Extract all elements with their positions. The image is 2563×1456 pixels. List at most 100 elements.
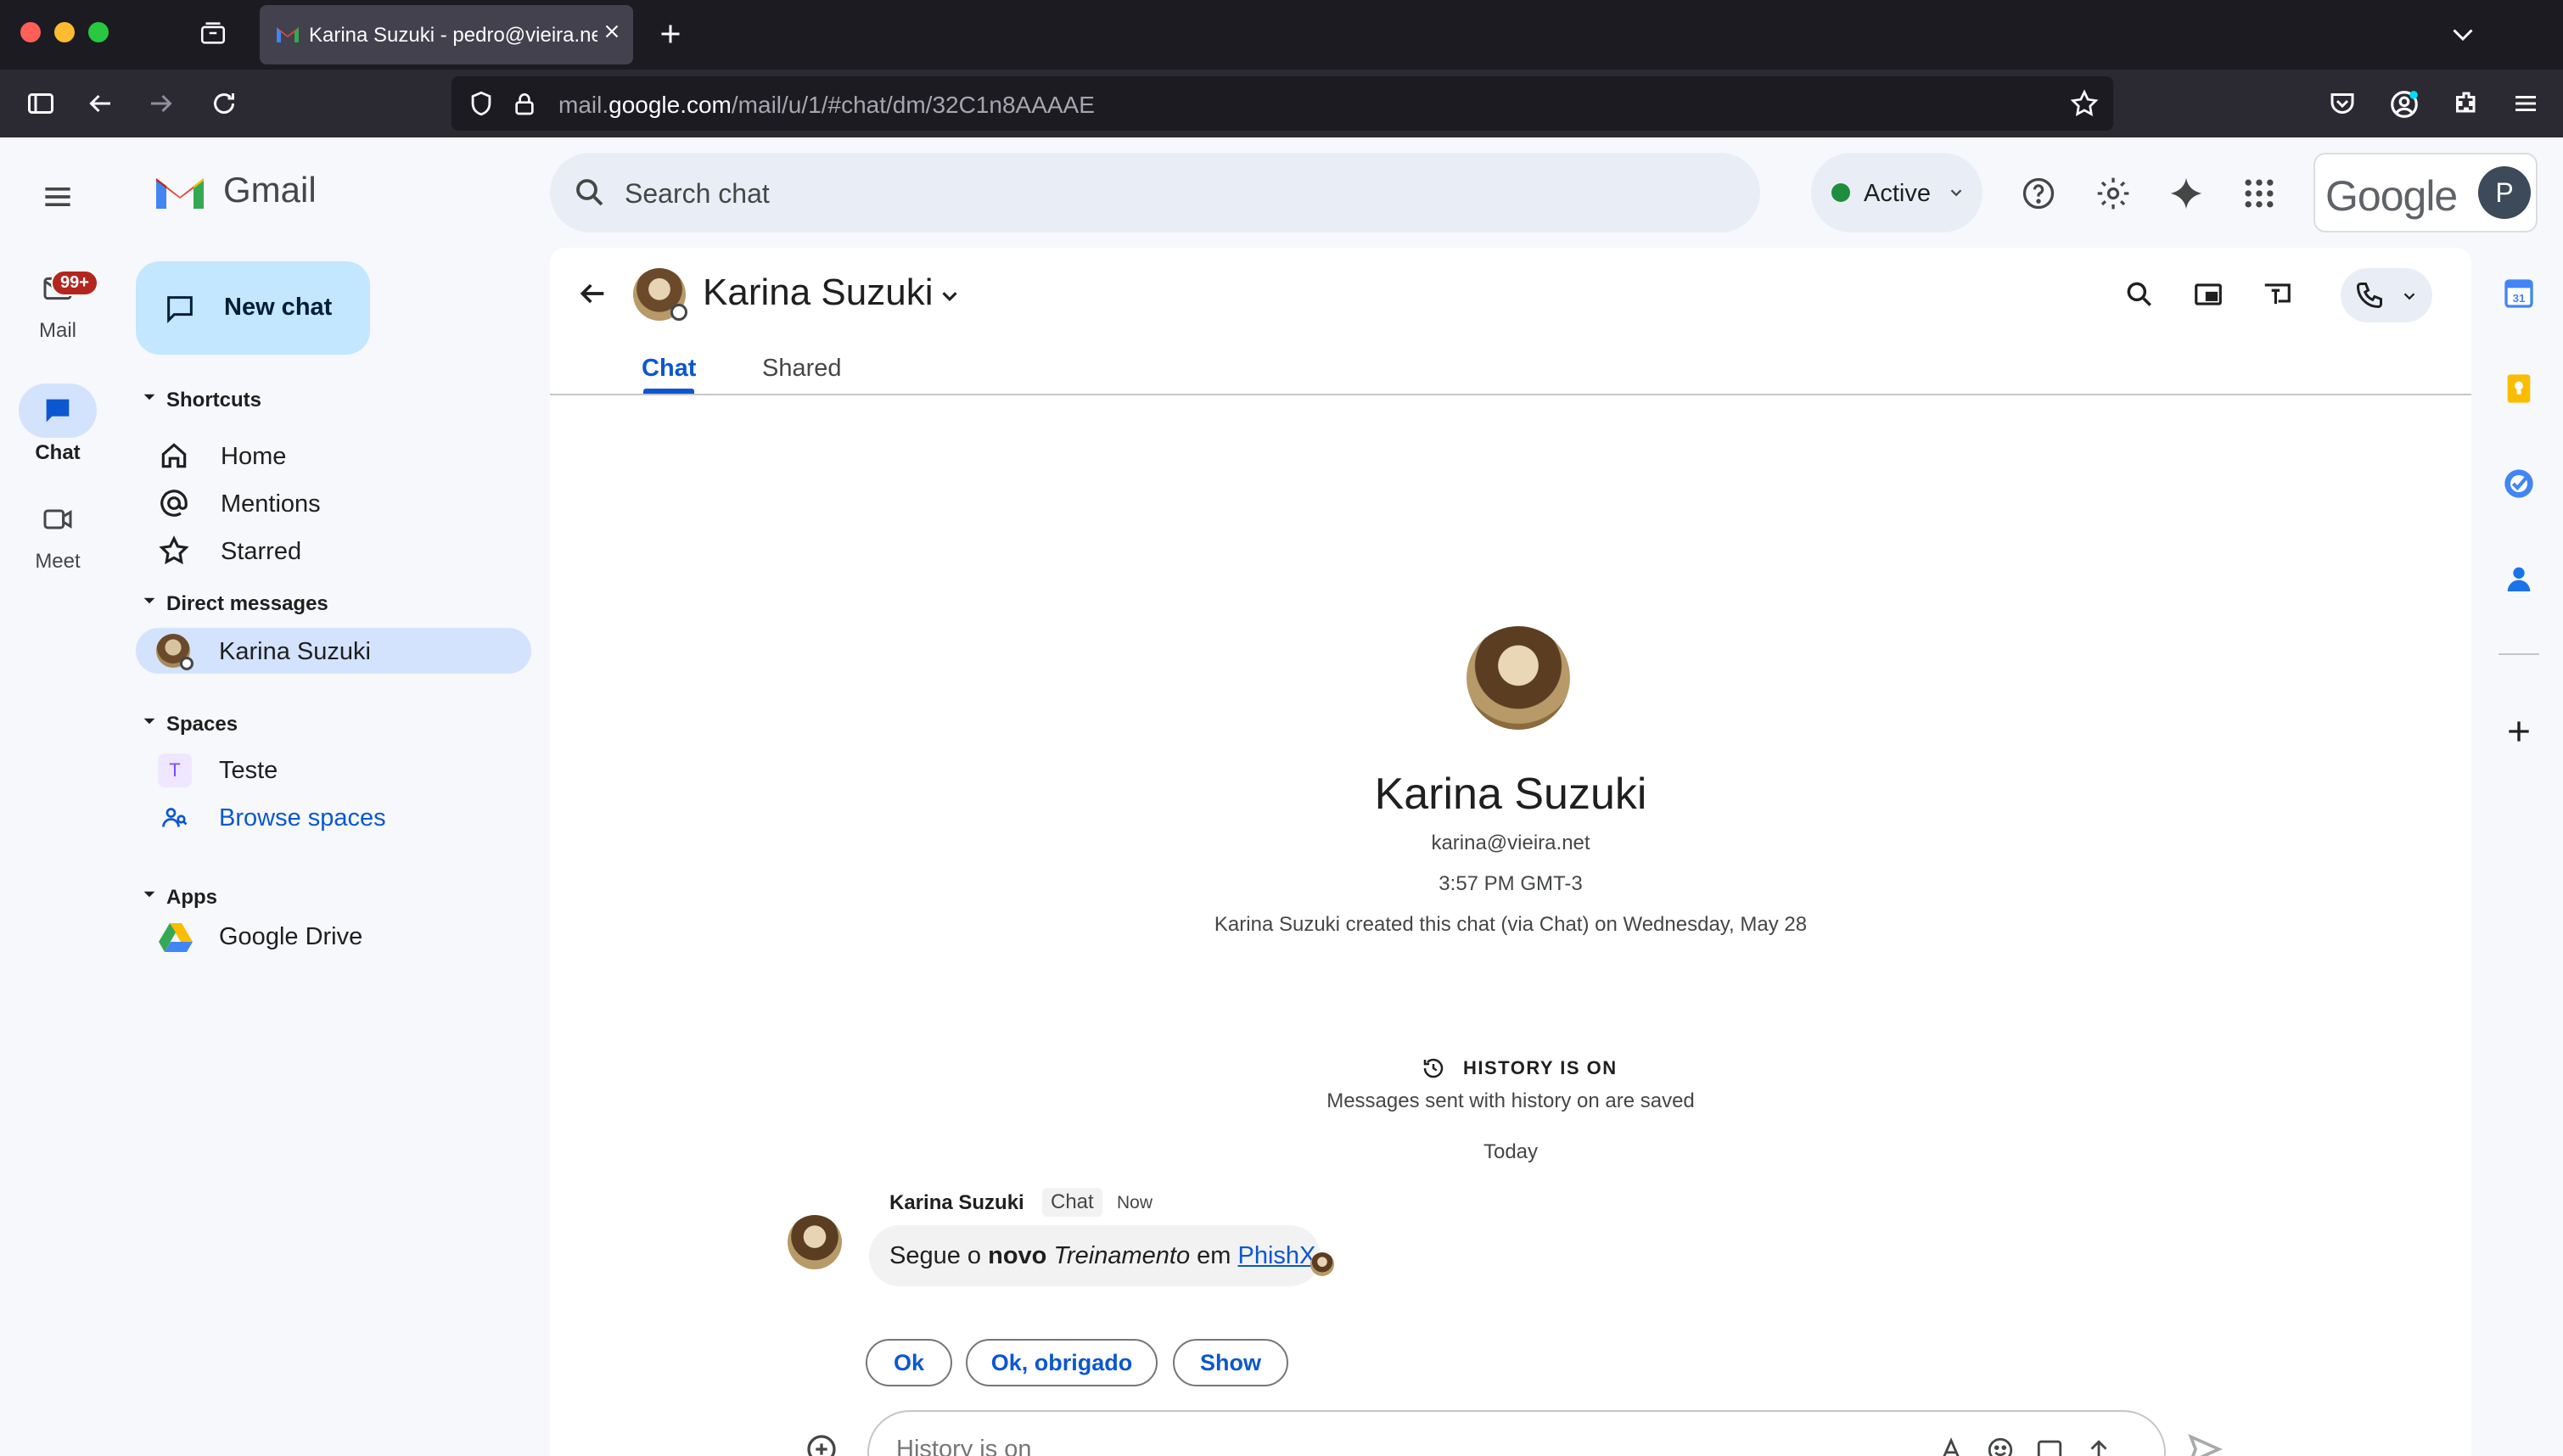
url-text[interactable]: mail.google.com/mail/u/1/#chat/dm/32C1n8…	[558, 92, 1095, 119]
tasks-icon[interactable]	[2502, 467, 2536, 501]
quick-reply-ok[interactable]: Ok	[866, 1339, 952, 1386]
gif-icon[interactable]	[2035, 1436, 2064, 1456]
rail-meet[interactable]: Meet	[0, 502, 115, 574]
new-tab-icon[interactable]	[655, 19, 686, 49]
back-arrow-icon[interactable]	[85, 88, 115, 119]
phishx-link[interactable]: PhishX	[1238, 1242, 1316, 1269]
extensions-icon[interactable]	[2451, 88, 2482, 119]
rail-chat-label[interactable]: Chat	[0, 441, 115, 465]
shortcut-mentions[interactable]: Mentions	[158, 480, 514, 526]
spaces-caret-icon[interactable]	[143, 714, 156, 728]
quick-reply-ok-obrigado[interactable]: Ok, obrigado	[966, 1339, 1158, 1386]
date-divider: Today	[1483, 1140, 1539, 1163]
shield-icon[interactable]	[467, 88, 496, 119]
list-tabs-chevron-icon[interactable]	[2448, 19, 2478, 49]
settings-gear-icon[interactable]	[2095, 175, 2132, 212]
gmail-logo-icon[interactable]	[153, 170, 207, 212]
video-camera-icon	[41, 502, 115, 536]
dm-heading[interactable]: Direct messages	[166, 592, 328, 616]
window-close-button[interactable]	[20, 22, 41, 42]
contact-name-heading[interactable]: Karina Suzuki	[703, 272, 933, 314]
shortcut-home[interactable]: Home	[158, 433, 514, 479]
account-circle-icon[interactable]	[2388, 88, 2420, 120]
pocket-icon[interactable]	[2327, 88, 2358, 119]
shortcut-starred[interactable]: Starred	[158, 528, 514, 574]
tab-close-icon[interactable]	[601, 20, 623, 42]
contacts-icon[interactable]	[2502, 562, 2536, 596]
browse-spaces-link[interactable]: Browse spaces	[158, 794, 514, 840]
pop-out-icon[interactable]	[2191, 278, 2225, 311]
call-button-group[interactable]	[2341, 268, 2432, 322]
url-bar[interactable]: mail.google.com/mail/u/1/#chat/dm/32C1n8…	[451, 76, 2113, 131]
dm-caret-icon[interactable]	[143, 594, 156, 608]
search-placeholder[interactable]: Search chat	[625, 178, 770, 210]
app-menu-icon[interactable]	[2510, 88, 2541, 119]
google-account-box[interactable]: Google P	[2313, 153, 2538, 232]
space-item-label: Teste	[219, 757, 278, 784]
send-icon[interactable]	[2184, 1431, 2225, 1456]
space-item-teste[interactable]: T Teste	[158, 747, 514, 792]
shortcuts-caret-icon[interactable]	[143, 390, 156, 404]
url-prefix: mail.	[558, 92, 609, 118]
spaces-heading[interactable]: Spaces	[166, 713, 238, 736]
pin-panel-icon[interactable]	[2259, 278, 2295, 311]
browser-tab-active[interactable]: Karina Suzuki - pedro@vieira.net	[260, 5, 633, 64]
new-chat-bubble-icon	[161, 292, 199, 326]
search-chat-bar[interactable]: Search chat	[550, 153, 1760, 232]
apps-caret-icon[interactable]	[143, 888, 156, 901]
message-composer[interactable]: History is on	[867, 1410, 2166, 1456]
tab-chat[interactable]: Chat	[642, 355, 696, 383]
emoji-icon[interactable]	[1986, 1436, 2015, 1456]
profile-avatar[interactable]	[1467, 626, 1570, 730]
search-icon[interactable]	[572, 175, 608, 210]
window-minimize-button[interactable]	[54, 22, 75, 42]
search-in-chat-icon[interactable]	[2123, 278, 2156, 311]
calendar-icon[interactable]: 31	[2502, 277, 2536, 311]
status-dropdown[interactable]: Active	[1811, 153, 1983, 232]
apps-grid-icon[interactable]	[2241, 175, 2278, 212]
account-avatar[interactable]: P	[2478, 166, 2531, 219]
sidebar-toggle-icon[interactable]	[25, 88, 56, 119]
message-sender-avatar[interactable]	[788, 1215, 842, 1269]
call-options-chevron-icon[interactable]	[2400, 287, 2419, 305]
shortcuts-heading[interactable]: Shortcuts	[166, 389, 261, 412]
format-text-icon[interactable]	[1937, 1436, 1966, 1456]
lock-icon[interactable]	[511, 88, 538, 119]
window-zoom-button[interactable]	[88, 22, 109, 42]
side-panel-rail	[2471, 248, 2563, 1456]
app-item-google-drive[interactable]: Google Drive	[158, 913, 514, 960]
star-icon	[158, 535, 190, 567]
browse-spaces-label: Browse spaces	[219, 804, 386, 832]
phone-icon[interactable]	[2354, 280, 2385, 311]
side-panel-divider	[2499, 653, 2539, 655]
help-icon[interactable]	[2020, 175, 2057, 212]
keep-icon[interactable]	[2502, 372, 2536, 406]
message-sender-name[interactable]: Karina Suzuki	[889, 1191, 1024, 1215]
tab-shared[interactable]: Shared	[762, 355, 842, 383]
chat-main-panel: Karina Suzuki Chat Shared Karina Suzuki …	[550, 248, 2471, 1456]
message-text-part: Segue o	[889, 1242, 989, 1269]
composer-placeholder[interactable]: History is on	[896, 1436, 1032, 1456]
rail-chat-highlight[interactable]	[19, 384, 97, 438]
new-chat-button[interactable]: New chat	[136, 261, 370, 355]
message-bubble[interactable]: Segue o novo Treinamento em PhishX	[869, 1225, 1321, 1286]
gmail-wordmark[interactable]: Gmail	[223, 170, 317, 210]
apps-heading[interactable]: Apps	[166, 886, 217, 910]
back-arrow-icon[interactable]	[575, 277, 609, 311]
contact-menu-chevron-icon[interactable]	[937, 283, 962, 309]
add-attachment-icon[interactable]	[805, 1432, 838, 1456]
main-menu-icon[interactable]	[39, 178, 76, 216]
profile-name: Karina Suzuki	[1374, 770, 1647, 819]
upload-icon[interactable]	[2084, 1436, 2113, 1456]
reload-icon[interactable]	[209, 88, 239, 119]
forward-arrow-icon[interactable]	[146, 88, 177, 119]
bookmark-star-icon[interactable]	[2069, 88, 2100, 119]
dm-item-karina-suzuki[interactable]: Karina Suzuki	[136, 628, 531, 674]
history-on-note: Messages sent with history on are saved	[1326, 1089, 1695, 1112]
profile-local-time: 3:57 PM GMT-3	[1439, 872, 1583, 895]
tab-overview-icon[interactable]	[199, 19, 227, 48]
quick-reply-show[interactable]: Show	[1173, 1339, 1288, 1386]
gemini-sparkle-icon[interactable]	[2168, 175, 2205, 212]
svg-text:31: 31	[2513, 292, 2526, 305]
add-addon-plus-icon[interactable]	[2502, 714, 2536, 748]
